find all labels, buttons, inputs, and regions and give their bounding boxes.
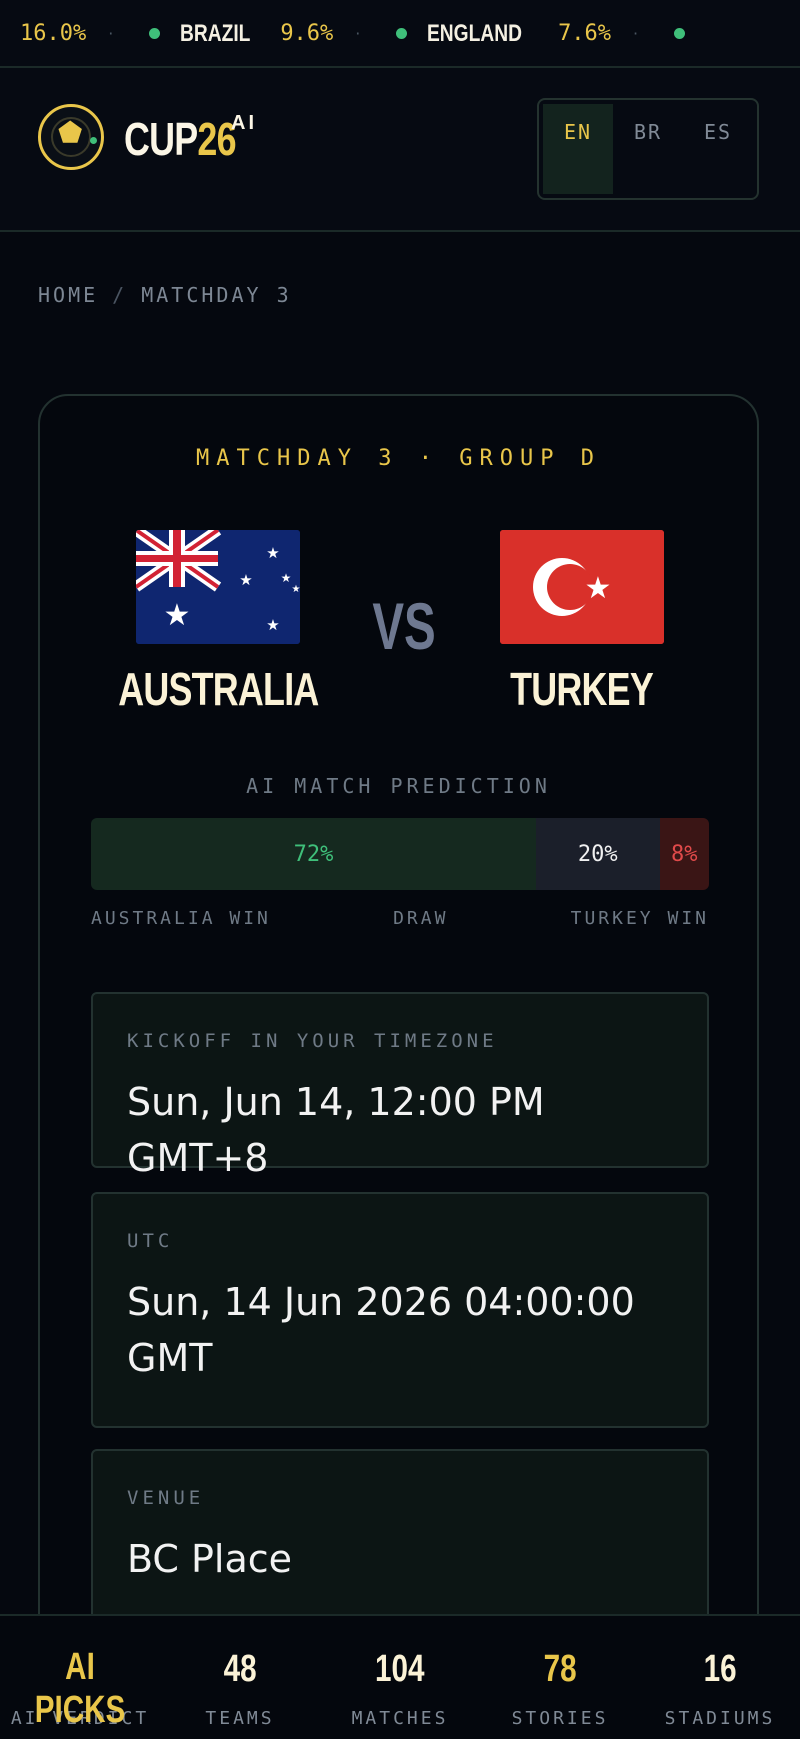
australia-flag-icon: ★ ★ ★ ★ ★ ★	[136, 530, 300, 644]
draw-label: DRAW	[393, 908, 449, 929]
match-card: MATCHDAY 3 · GROUP D ★ ★ ★ ★ ★ ★ VS ★ AU…	[38, 394, 759, 1739]
svg-text:★: ★	[585, 571, 612, 606]
prediction-bar: 72% 20% 8%	[91, 818, 709, 890]
matchday-group-label: MATCHDAY 3 · GROUP D	[196, 446, 601, 471]
kickoff-value: Sun, Jun 14, 12:00 PM GMT+8	[127, 1080, 545, 1180]
breadcrumb: HOME / MATCHDAY 3	[38, 283, 292, 307]
prediction-labels: AUSTRALIA WIN DRAW TURKEY WIN	[91, 908, 709, 929]
logo-ball-icon[interactable]: ⬟	[38, 104, 104, 170]
kickoff-label: KICKOFF IN YOUR TIMEZONE	[127, 1030, 498, 1052]
versus-label: VS	[372, 589, 436, 663]
stat-ai-picks[interactable]: AI PICKS AI VERDICT	[0, 1616, 160, 1739]
stat-teams[interactable]: 48 TEAMS	[160, 1616, 320, 1739]
language-option-en[interactable]: EN	[543, 104, 613, 194]
stat-value: AI PICKS	[34, 1646, 126, 1731]
stat-label: STORIES	[511, 1708, 609, 1729]
home-team-name: AUSTRALIA	[117, 663, 319, 715]
breadcrumb-current: MATCHDAY 3	[141, 283, 292, 307]
ticker-item: 16.0% ·	[20, 21, 149, 46]
ticker-team: BRAZIL	[180, 19, 251, 47]
kickoff-utc-panel: UTC Sun, 14 Jun 2026 04:00:00 GMT	[91, 1192, 709, 1428]
svg-text:★: ★	[266, 544, 279, 562]
stat-value: 16	[703, 1648, 737, 1690]
status-dot-icon	[149, 27, 161, 39]
kickoff-local-panel: KICKOFF IN YOUR TIMEZONE Sun, Jun 14, 12…	[91, 992, 709, 1180]
stat-stadiums[interactable]: 16 STADIUMS	[640, 1616, 800, 1739]
ticker-item: ENGLAND 7.6% ·	[396, 19, 705, 48]
prediction-home-win-segment: 72%	[91, 818, 536, 890]
utc-value: Sun, 14 Jun 2026 04:00:00 GMT	[127, 1280, 635, 1380]
logo-superscript: AI	[231, 112, 257, 134]
home-win-label: AUSTRALIA WIN	[91, 908, 271, 929]
ticker-pct: 9.6%	[280, 20, 334, 46]
status-dot-icon	[396, 27, 408, 39]
venue-label: VENUE	[127, 1487, 205, 1509]
ticker-pct: 7.6%	[558, 20, 612, 46]
ticker-separator: ·	[355, 23, 361, 43]
language-switcher: EN BR ES	[537, 98, 759, 200]
stats-bar: AI PICKS AI VERDICT 48 TEAMS 104 MATCHES…	[0, 1614, 800, 1739]
away-win-label: TURKEY WIN	[570, 908, 709, 929]
ticker-pct: 16.0%	[20, 20, 87, 46]
stat-matches[interactable]: 104 MATCHES	[320, 1616, 480, 1739]
away-team-name: TURKEY	[510, 663, 655, 715]
site-header: ⬟ CUP26 AI EN BR ES	[0, 68, 800, 232]
breadcrumb-home-link[interactable]: HOME	[38, 283, 98, 307]
prediction-title: AI MATCH PREDICTION	[246, 774, 551, 798]
utc-label: UTC	[127, 1230, 174, 1252]
language-option-br[interactable]: BR	[613, 104, 683, 194]
prediction-draw-segment: 20%	[535, 818, 660, 890]
ticker-separator: ·	[633, 23, 639, 43]
ticker-item: BRAZIL 9.6% ·	[149, 19, 396, 48]
language-option-es[interactable]: ES	[683, 104, 753, 194]
ticker-bar: 16.0% · BRAZIL 9.6% · ENGLAND 7.6% ·	[0, 0, 800, 68]
turkey-flag-icon: ★	[500, 530, 664, 644]
svg-text:★: ★	[292, 584, 300, 595]
status-dot-icon	[674, 27, 686, 39]
svg-text:★: ★	[266, 616, 279, 634]
stat-label: STADIUMS	[664, 1708, 776, 1729]
ticker-separator: ·	[108, 23, 114, 43]
venue-value: BC Place	[127, 1537, 293, 1581]
stat-value: 48	[223, 1648, 257, 1690]
stat-label: MATCHES	[351, 1708, 449, 1729]
stat-value: 78	[543, 1648, 577, 1690]
svg-text:★: ★	[164, 598, 191, 633]
ticker-team: ENGLAND	[427, 19, 523, 47]
svg-text:★: ★	[281, 571, 292, 585]
stat-stories[interactable]: 78 STORIES	[480, 1616, 640, 1739]
breadcrumb-separator: /	[112, 283, 128, 307]
stat-label: TEAMS	[205, 1708, 275, 1729]
stat-value: 104	[375, 1648, 425, 1690]
prediction-away-win-segment: 8%	[659, 818, 709, 890]
svg-text:★: ★	[239, 571, 252, 589]
